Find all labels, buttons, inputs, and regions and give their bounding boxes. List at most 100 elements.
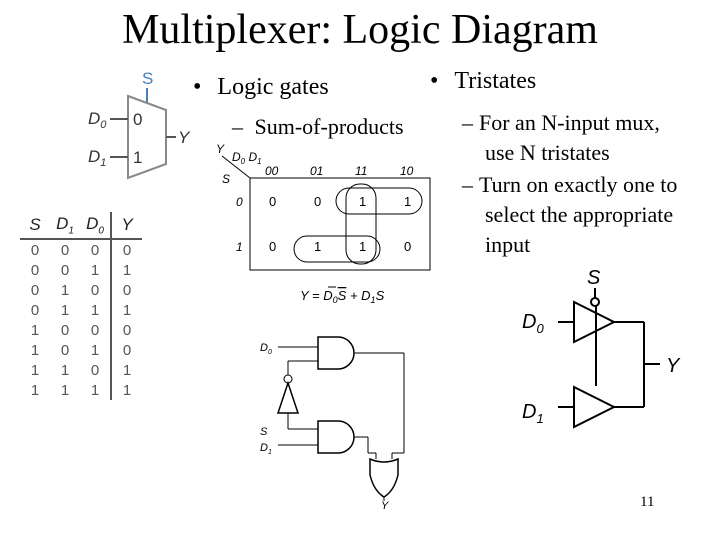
truth-table-cell: 0 bbox=[80, 360, 112, 380]
truth-table-cell: 1 bbox=[60, 361, 70, 379]
truth-table-cell: 0 bbox=[30, 301, 40, 319]
tristate-sub1-line2: use N tristates bbox=[485, 140, 610, 165]
kmap-row-header: 0 bbox=[236, 195, 243, 209]
kmap-cell: 0 bbox=[269, 194, 276, 209]
tristate-sub1-line1: For an N-input mux, bbox=[479, 110, 660, 135]
tristate-select-label: S bbox=[587, 267, 601, 289]
and-gate-top bbox=[317, 336, 355, 370]
sum-of-products-text: Sum-of-products bbox=[254, 114, 404, 139]
kmap-col-vars: D0 D1 bbox=[232, 150, 262, 166]
inverter-gate bbox=[276, 380, 300, 414]
truth-table-row: 0000 bbox=[20, 239, 142, 260]
kmap-row-var: S bbox=[222, 172, 230, 186]
mux-select-label: S bbox=[142, 69, 153, 88]
kmap-col-header: 10 bbox=[400, 164, 414, 178]
tt-header-d1: D1 bbox=[50, 212, 80, 240]
truth-table-row: 0111 bbox=[20, 300, 142, 320]
truth-table-cell: 1 bbox=[80, 260, 112, 280]
truth-table-cell: 1 bbox=[80, 340, 112, 360]
mux-port0: 0 bbox=[133, 110, 142, 129]
tristate-buffer-bottom bbox=[573, 385, 617, 429]
truth-table-cell: 0 bbox=[30, 241, 40, 259]
bullet-dot: • bbox=[430, 68, 439, 94]
bullet-tristates-text: Tristates bbox=[454, 68, 537, 94]
gate-diagram: D0 S D1 Y bbox=[260, 336, 405, 512]
sub-dash: – bbox=[462, 110, 473, 135]
kmap-cell: 1 bbox=[359, 239, 366, 254]
gate-y-label: Y bbox=[381, 500, 389, 512]
truth-table-cell: 0 bbox=[122, 341, 132, 359]
sub-dash: – bbox=[462, 172, 473, 197]
kmap-col-header: 01 bbox=[310, 164, 323, 178]
bullet-logic-gates: • Logic gates bbox=[193, 74, 329, 101]
truth-table-cell: 1 bbox=[80, 300, 112, 320]
truth-table: S D1 D0 Y 000000110100011110001010110111… bbox=[20, 212, 142, 400]
truth-table-cell: 1 bbox=[122, 381, 132, 399]
tristate-sub2-line3: input bbox=[485, 232, 531, 257]
truth-table-cell: 1 bbox=[30, 321, 40, 339]
tt-header-d0: D0 bbox=[80, 212, 112, 240]
kmap-cell: 1 bbox=[314, 239, 321, 254]
tristate-sub2: – Turn on exactly one to select the appro… bbox=[462, 170, 720, 260]
truth-table-cell: 0 bbox=[60, 261, 70, 279]
gate-d1-label: D1 bbox=[260, 442, 272, 456]
kmap-equation: Y = D0S + D1S bbox=[300, 288, 385, 305]
truth-table-cell: 0 bbox=[80, 239, 112, 260]
truth-table-row: 1101 bbox=[20, 360, 142, 380]
truth-table-cell: 0 bbox=[60, 321, 70, 339]
truth-table-row: 0011 bbox=[20, 260, 142, 280]
truth-table-cell: 0 bbox=[80, 280, 112, 300]
truth-table-row: 1111 bbox=[20, 380, 142, 400]
tristate-sub1: – For an N-input mux, use N tristates bbox=[462, 108, 720, 168]
truth-table-cell: 1 bbox=[122, 261, 132, 279]
mux-d0-label: D0 bbox=[88, 109, 107, 131]
truth-table-cell: 1 bbox=[30, 341, 40, 359]
truth-table-cell: 1 bbox=[30, 381, 40, 399]
kmap-output-label: Y bbox=[216, 142, 225, 156]
truth-table-cell: 0 bbox=[122, 281, 132, 299]
mux-output-label: Y bbox=[178, 128, 191, 147]
kmap-col-header: 00 bbox=[265, 164, 279, 178]
bullet-tristates: • Tristates bbox=[430, 68, 536, 95]
truth-table-cell: 0 bbox=[60, 241, 70, 259]
mux-d1-label: D1 bbox=[88, 147, 106, 169]
truth-table-cell: 0 bbox=[60, 341, 70, 359]
kmap-col-header: 11 bbox=[355, 164, 367, 178]
truth-table-row: 1000 bbox=[20, 320, 142, 340]
sub-dash: – bbox=[232, 114, 243, 139]
truth-table-cell: 1 bbox=[60, 281, 70, 299]
gate-s-label: S bbox=[260, 426, 268, 438]
truth-table-cell: 0 bbox=[122, 241, 132, 259]
tristate-d1-label: D1 bbox=[522, 401, 544, 426]
truth-table-cell: 0 bbox=[122, 321, 132, 339]
kmap: Y D0 D1 S 00 01 11 10 01 0 0 1 10 1 1 0 Y = D0S +… bbox=[216, 142, 431, 305]
kmap-cell: 1 bbox=[404, 194, 411, 209]
mux-port1: 1 bbox=[133, 148, 142, 167]
kmap-cell: 0 bbox=[269, 239, 276, 254]
truth-table-cell: 1 bbox=[30, 361, 40, 379]
tristate-buffer-top bbox=[573, 300, 617, 344]
truth-table-cell: 0 bbox=[30, 261, 40, 279]
kmap-cell: 0 bbox=[404, 239, 411, 254]
and-gate-bottom bbox=[317, 420, 355, 454]
truth-table-cell: 1 bbox=[122, 361, 132, 379]
truth-table-cell: 1 bbox=[60, 381, 70, 399]
truth-table-header: S D1 D0 Y bbox=[20, 212, 142, 240]
tristate-sub2-line2: select the appropriate bbox=[485, 202, 674, 227]
bullet-dot: • bbox=[193, 74, 202, 100]
mux-symbol: S D0 0 D1 1 Y bbox=[88, 69, 191, 180]
kmap-row-header: 1 bbox=[236, 240, 243, 254]
truth-table-cell: 1 bbox=[80, 380, 112, 400]
truth-table-row: 0100 bbox=[20, 280, 142, 300]
truth-table-cell: 1 bbox=[60, 301, 70, 319]
or-gate bbox=[369, 457, 399, 498]
page-number: 11 bbox=[640, 494, 655, 510]
truth-table-row: 1010 bbox=[20, 340, 142, 360]
bullet-logic-gates-text: Logic gates bbox=[217, 74, 329, 100]
kmap-group-d0-S bbox=[293, 235, 381, 263]
tt-header-s: S bbox=[20, 212, 50, 240]
truth-table-cell: 0 bbox=[80, 320, 112, 340]
tristate-diagram: S D0 Y D1 bbox=[522, 267, 681, 429]
tristate-sub2-line1: Turn on exactly one to bbox=[479, 172, 678, 197]
slide-title: Multiplexer: Logic Diagram bbox=[122, 7, 598, 53]
